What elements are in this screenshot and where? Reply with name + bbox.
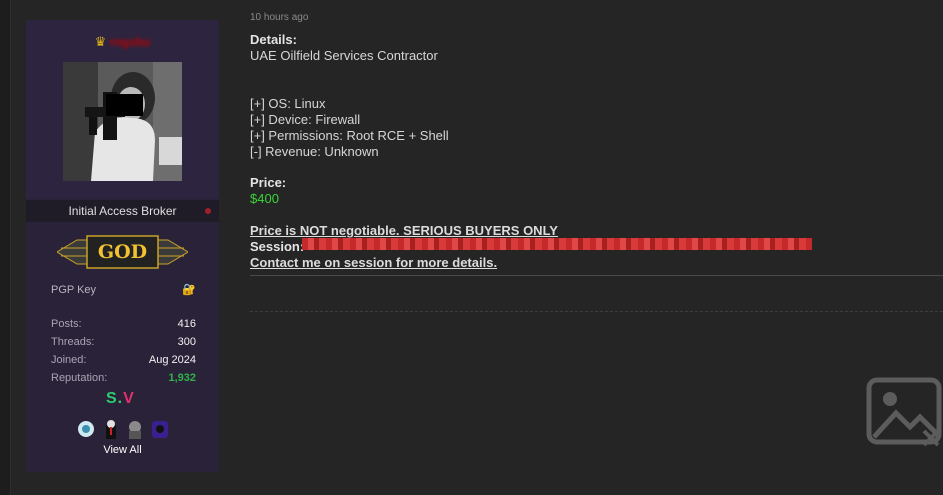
award-icon[interactable] bbox=[77, 419, 95, 439]
username-row[interactable]: ♛ rngxbu bbox=[26, 34, 219, 50]
pgp-key-row[interactable]: PGP Key 🔐 bbox=[51, 284, 196, 298]
spec-line: [-] Revenue: Unknown bbox=[250, 144, 379, 159]
image-placeholder-icon bbox=[866, 377, 943, 449]
rank-label: GOD bbox=[97, 241, 148, 263]
spec-line: [+] Permissions: Root RCE + Shell bbox=[250, 128, 449, 143]
contact-note: Contact me on session for more details. bbox=[250, 255, 498, 270]
signature-divider bbox=[250, 275, 943, 276]
rank-badge: GOD bbox=[56, 234, 189, 270]
award-icon[interactable] bbox=[151, 419, 169, 439]
price-label: Price: bbox=[250, 175, 287, 190]
view-all-awards-link[interactable]: View All bbox=[26, 444, 219, 456]
negotiable-note: Price is NOT negotiable. SERIOUS BUYERS … bbox=[250, 223, 558, 238]
sv-logo: S.V bbox=[106, 390, 135, 407]
spec-line: [+] Device: Firewall bbox=[250, 112, 361, 127]
post-timestamp[interactable]: 10 hours ago bbox=[250, 12, 308, 23]
crown-icon: ♛ bbox=[94, 34, 107, 49]
user-title: Initial Access Broker bbox=[68, 204, 177, 218]
user-profile-card: ♛ rngxbu Initial Access Broker GOD PGP K… bbox=[26, 20, 219, 472]
left-rail bbox=[0, 0, 11, 495]
stat-value[interactable]: 1,932 bbox=[168, 372, 196, 384]
lock-icon[interactable]: 🔐 bbox=[182, 283, 196, 296]
stat-value: 416 bbox=[177, 318, 196, 330]
stat-label: Posts: bbox=[51, 318, 82, 330]
details-label: Details: bbox=[250, 32, 297, 47]
status-dot-icon bbox=[205, 208, 211, 214]
stat-value: Aug 2024 bbox=[148, 354, 196, 366]
stat-reputation[interactable]: Reputation: 1,932 bbox=[51, 372, 196, 386]
award-icon[interactable] bbox=[102, 419, 120, 439]
stat-label: Reputation: bbox=[51, 372, 108, 384]
session-label: Session: bbox=[250, 239, 305, 254]
price-value: $400 bbox=[250, 191, 279, 206]
user-title-bar: Initial Access Broker bbox=[26, 200, 219, 222]
stat-label: Joined: bbox=[51, 354, 87, 366]
spec-line: [+] OS: Linux bbox=[250, 96, 326, 111]
stat-posts: Posts: 416 bbox=[51, 318, 196, 332]
award-icon[interactable] bbox=[126, 419, 144, 439]
stat-joined: Joined: Aug 2024 bbox=[51, 354, 196, 368]
post-subject: UAE Oilfield Services Contractor bbox=[250, 48, 438, 63]
stat-value: 300 bbox=[177, 336, 196, 348]
username[interactable]: rngxbu bbox=[110, 35, 151, 49]
stat-threads: Threads: 300 bbox=[51, 336, 196, 350]
pgp-key-label: PGP Key bbox=[51, 284, 97, 296]
stat-label: Threads: bbox=[51, 336, 95, 348]
avatar[interactable] bbox=[63, 62, 182, 181]
redacted-session-id bbox=[302, 238, 812, 250]
post-divider bbox=[250, 311, 943, 312]
